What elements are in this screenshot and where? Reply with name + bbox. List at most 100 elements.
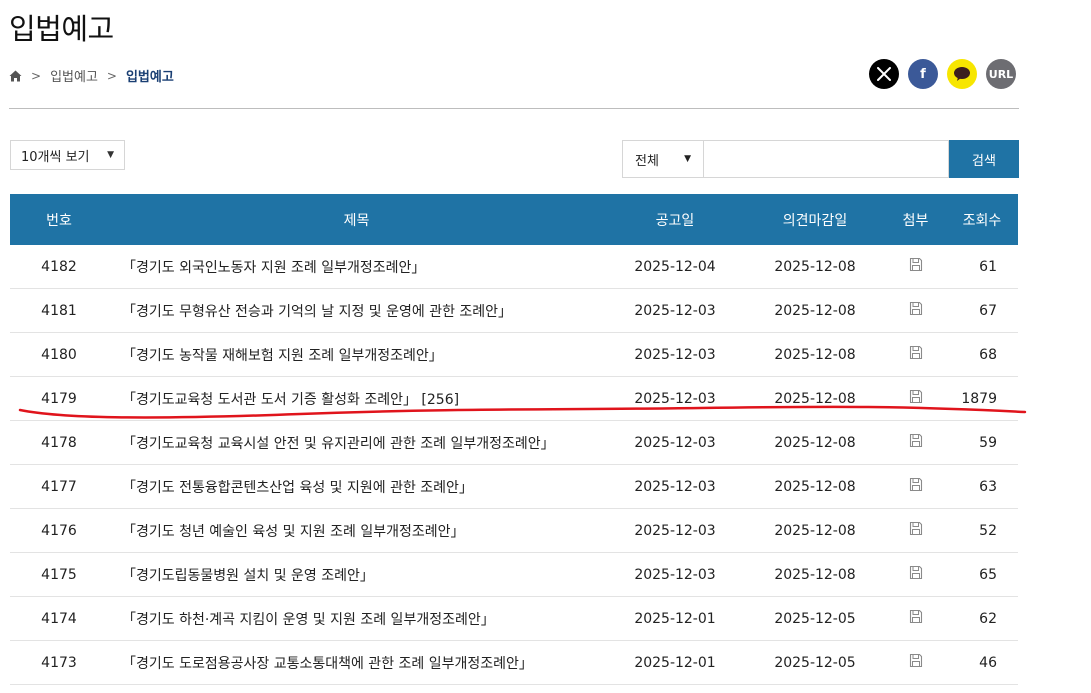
- search-input[interactable]: [703, 140, 949, 178]
- row-title-link[interactable]: 「경기도 하천·계곡 지킴이 운영 및 지원 조례 일부개정조례안」: [108, 596, 605, 641]
- save-file-icon[interactable]: [909, 433, 923, 452]
- row-number: 4174: [10, 596, 108, 641]
- row-title-link[interactable]: 「경기도 청년 예술인 육성 및 지원 조례 일부개정조례안」: [108, 508, 605, 553]
- page-size-value: 10개씩 보기: [21, 149, 90, 165]
- save-file-icon[interactable]: [909, 257, 923, 276]
- row-attachment: [885, 288, 946, 333]
- row-views: 62: [946, 596, 1018, 641]
- save-file-icon[interactable]: [909, 301, 923, 320]
- row-announce-date: 2025-12-01: [605, 596, 745, 641]
- row-number: 4176: [10, 508, 108, 553]
- table-row[interactable]: 4181 「경기도 무형유산 전승과 기억의 날 지정 및 운영에 관한 조례안」…: [10, 288, 1018, 333]
- row-number: 4181: [10, 288, 108, 333]
- breadcrumb-item[interactable]: 입법예고: [50, 66, 98, 85]
- breadcrumb-current: 입법예고: [125, 70, 174, 85]
- table-row[interactable]: 4173 「경기도 도로점용공사장 교통소통대책에 관한 조례 일부개정조례안」 2…: [10, 640, 1018, 685]
- caret-down-icon: ▼: [107, 150, 114, 160]
- row-announce-date: 2025-12-03: [605, 376, 745, 421]
- save-file-icon[interactable]: [909, 521, 923, 540]
- row-title-link[interactable]: 「경기도 전통융합콘텐츠산업 육성 및 지원에 관한 조례안」: [108, 464, 605, 509]
- row-attachment: [885, 420, 946, 465]
- row-announce-date: 2025-12-03: [605, 464, 745, 509]
- row-attachment: [885, 245, 946, 289]
- url-copy-button[interactable]: URL: [986, 59, 1016, 89]
- facebook-icon: f: [920, 66, 926, 82]
- row-number: 4180: [10, 332, 108, 377]
- save-file-icon[interactable]: [909, 653, 923, 672]
- breadcrumb: > 입법예고 > 입법예고: [9, 66, 174, 85]
- save-file-icon[interactable]: [909, 389, 923, 408]
- table-row[interactable]: 4177 「경기도 전통융합콘텐츠산업 육성 및 지원에 관한 조례안」 2025-…: [10, 464, 1018, 509]
- row-deadline-date: 2025-12-05: [745, 640, 885, 685]
- row-deadline-date: 2025-12-08: [745, 332, 885, 377]
- row-attachment: [885, 332, 946, 377]
- kakao-share-button[interactable]: [947, 59, 977, 89]
- row-attachment: [885, 508, 946, 553]
- x-share-button[interactable]: [869, 59, 899, 89]
- search-scope-value: 전체: [635, 153, 659, 169]
- table-row[interactable]: 4179 「경기도교육청 도서관 도서 기증 활성화 조례안」 [256] 2025…: [10, 376, 1018, 421]
- row-title-link[interactable]: 「경기도 외국인노동자 지원 조례 일부개정조례안」: [108, 245, 605, 289]
- table-row[interactable]: 4178 「경기도교육청 교육시설 안전 및 유지관리에 관한 조례 일부개정조례…: [10, 420, 1018, 465]
- column-header-attachment: 첨부: [885, 194, 946, 245]
- row-title-link[interactable]: 「경기도 도로점용공사장 교통소통대책에 관한 조례 일부개정조례안」: [108, 640, 605, 685]
- row-number: 4175: [10, 552, 108, 597]
- column-header-title: 제목: [108, 194, 605, 245]
- row-deadline-date: 2025-12-08: [745, 552, 885, 597]
- save-file-icon[interactable]: [909, 609, 923, 628]
- save-file-icon[interactable]: [909, 477, 923, 496]
- column-header-views: 조회수: [946, 194, 1018, 245]
- row-deadline-date: 2025-12-08: [745, 508, 885, 553]
- search-button[interactable]: 검색: [949, 140, 1019, 178]
- row-announce-date: 2025-12-03: [605, 552, 745, 597]
- chevron-right-icon: >: [106, 68, 117, 83]
- facebook-share-button[interactable]: f: [908, 59, 938, 89]
- row-announce-date: 2025-12-03: [605, 332, 745, 377]
- row-number: 4179: [10, 376, 108, 421]
- kakao-talk-icon: [954, 67, 970, 81]
- save-file-icon[interactable]: [909, 565, 923, 584]
- search-scope-select[interactable]: 전체 ▼: [622, 140, 703, 178]
- x-logo-icon: [877, 67, 891, 81]
- row-number: 4182: [10, 245, 108, 289]
- table-row[interactable]: 4176 「경기도 청년 예술인 육성 및 지원 조례 일부개정조례안」 2025-…: [10, 508, 1018, 553]
- row-deadline-date: 2025-12-08: [745, 245, 885, 289]
- row-title-link[interactable]: 「경기도립동물병원 설치 및 운영 조례안」: [108, 552, 605, 597]
- column-header-deadline: 의견마감일: [745, 194, 885, 245]
- table-row[interactable]: 4182 「경기도 외국인노동자 지원 조례 일부개정조례안」 2025-12-04…: [10, 245, 1018, 289]
- table-row[interactable]: 4175 「경기도립동물병원 설치 및 운영 조례안」 2025-12-03 2025…: [10, 552, 1018, 597]
- row-deadline-date: 2025-12-08: [745, 376, 885, 421]
- table-row[interactable]: 4180 「경기도 농작물 재해보험 지원 조례 일부개정조례안」 2025-12-…: [10, 332, 1018, 377]
- row-title-link[interactable]: 「경기도 무형유산 전승과 기억의 날 지정 및 운영에 관한 조례안」: [108, 288, 605, 333]
- column-header-number: 번호: [10, 194, 108, 245]
- row-views: 67: [946, 288, 1018, 333]
- row-attachment: [885, 640, 946, 685]
- row-deadline-date: 2025-12-08: [745, 288, 885, 333]
- row-title-link[interactable]: 「경기도교육청 도서관 도서 기증 활성화 조례안」 [256]: [108, 376, 605, 421]
- row-announce-date: 2025-12-01: [605, 640, 745, 685]
- notice-table: 번호 제목 공고일 의견마감일 첨부 조회수 4182 「경기도 외국인노동자 지…: [10, 194, 1018, 685]
- row-views: 46: [946, 640, 1018, 685]
- home-icon[interactable]: [9, 70, 22, 82]
- row-attachment: [885, 552, 946, 597]
- row-views: 63: [946, 464, 1018, 509]
- row-views: 52: [946, 508, 1018, 553]
- row-number: 4178: [10, 420, 108, 465]
- row-views: 61: [946, 245, 1018, 289]
- row-title-link[interactable]: 「경기도교육청 교육시설 안전 및 유지관리에 관한 조례 일부개정조례안」: [108, 420, 605, 465]
- row-attachment: [885, 464, 946, 509]
- save-file-icon[interactable]: [909, 345, 923, 364]
- chevron-right-icon: >: [31, 68, 42, 83]
- row-views: 59: [946, 420, 1018, 465]
- row-deadline-date: 2025-12-08: [745, 464, 885, 509]
- table-row[interactable]: 4174 「경기도 하천·계곡 지킴이 운영 및 지원 조례 일부개정조례안」 20…: [10, 596, 1018, 641]
- page-size-select[interactable]: 10개씩 보기 ▼: [10, 140, 125, 170]
- row-deadline-date: 2025-12-05: [745, 596, 885, 641]
- page-title: 입법예고: [9, 12, 114, 46]
- row-number: 4177: [10, 464, 108, 509]
- search-bar: 전체 ▼ 검색: [622, 140, 1019, 178]
- row-announce-date: 2025-12-03: [605, 288, 745, 333]
- row-title-link[interactable]: 「경기도 농작물 재해보험 지원 조례 일부개정조례안」: [108, 332, 605, 377]
- row-views: 65: [946, 552, 1018, 597]
- column-header-date: 공고일: [605, 194, 745, 245]
